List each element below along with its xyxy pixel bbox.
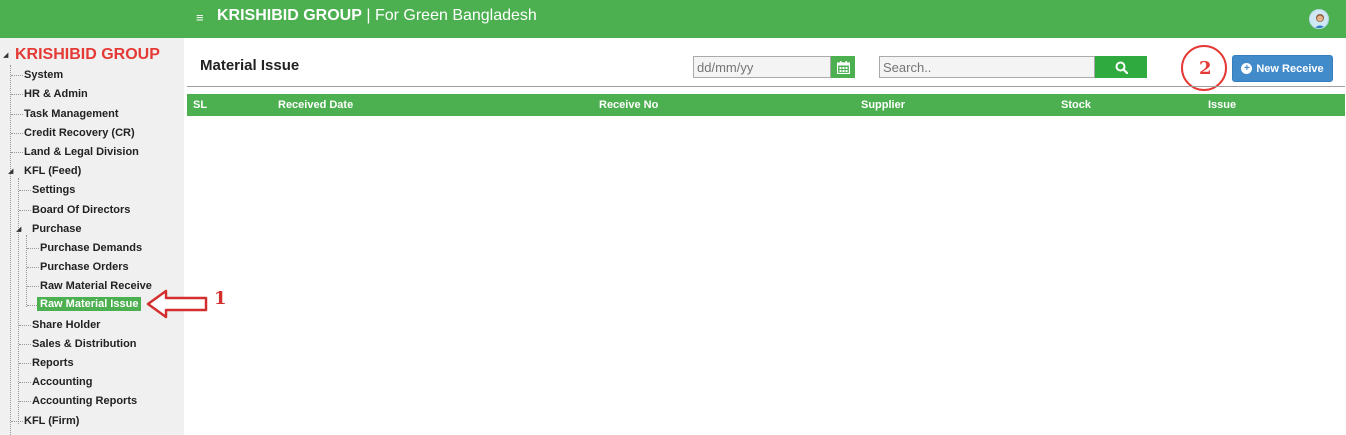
sidebar-item-land-legal[interactable]: Land & Legal Division [24,146,139,158]
tree-line [10,65,11,435]
sidebar-item-board-of-directors[interactable]: Board Of Directors [32,204,130,216]
user-avatar[interactable] [1309,9,1329,29]
date-input[interactable] [693,56,831,78]
user-avatar-icon [1314,14,1326,28]
sidebar-item-credit-recovery[interactable]: Credit Recovery (CR) [24,127,135,139]
new-receive-button[interactable]: + New Receive [1232,55,1333,82]
sidebar-item-kfl-firm[interactable]: KFL (Firm) [24,415,79,427]
calendar-icon [836,60,850,74]
brand-name: KRISHIBID GROUP [217,7,362,24]
column-header-received-date: Received Date [278,99,354,111]
search-button[interactable] [1095,56,1147,78]
sidebar-item-task-management[interactable]: Task Management [24,108,119,120]
column-header-sl: SL [193,99,208,111]
annotation-step-1: 1 [214,288,227,309]
page-title: Material Issue [200,57,300,74]
sidebar-item-raw-material-issue[interactable]: Raw Material Issue [37,297,142,311]
kfl-feed-collapse-icon[interactable]: ◢ [8,167,13,175]
plus-circle-icon: + [1241,63,1253,74]
sidebar-item-accounting[interactable]: Accounting [32,376,93,388]
tree-collapse-icon[interactable]: ◢ [3,51,8,59]
column-header-stock: Stock [1061,99,1091,111]
sidebar-item-kfl-feed[interactable]: KFL (Feed) [24,165,81,177]
calendar-button[interactable] [831,56,855,78]
column-header-supplier: Supplier [861,99,906,111]
tree-line [18,178,19,424]
sidebar-item-purchase[interactable]: Purchase [32,223,82,235]
sidebar-item-accounting-reports[interactable]: Accounting Reports [32,395,137,407]
sidebar-item-purchase-orders[interactable]: Purchase Orders [40,261,129,273]
new-receive-label: New Receive [1256,62,1324,75]
sidebar-item-raw-material-receive[interactable]: Raw Material Receive [40,280,152,292]
search-icon [1115,61,1128,74]
sidebar-tree: ◢ KRISHIBID GROUP ◢ ◢ System HR & Admin … [0,38,184,435]
sidebar-item-system[interactable]: System [24,69,63,81]
column-header-issue: Issue [1208,99,1237,111]
sidebar-title: KRISHIBID GROUP [15,46,160,63]
sidebar-item-settings[interactable]: Settings [32,184,75,196]
app-brand: KRISHIBID GROUP | For Green Bangladesh [217,7,537,25]
hamburger-menu-icon[interactable]: ≡ [196,10,204,25]
annotation-arrow-icon [146,289,208,319]
tree-line [26,235,27,307]
sidebar-item-share-holder[interactable]: Share Holder [32,319,100,331]
search-input[interactable] [879,56,1095,78]
sidebar-item-hr-admin[interactable]: HR & Admin [24,88,88,100]
sidebar-item-sales-distribution[interactable]: Sales & Distribution [32,338,137,350]
purchase-collapse-icon[interactable]: ◢ [16,225,21,233]
top-navbar: ≡ KRISHIBID GROUP | For Green Bangladesh [0,0,1346,38]
annotation-step-2: 2 [1199,58,1212,79]
sidebar-item-purchase-demands[interactable]: Purchase Demands [40,242,142,254]
divider [187,86,1345,87]
table-header: SL Received Date Receive No Supplier Sto… [187,94,1345,116]
column-header-receive-no: Receive No [599,99,659,111]
brand-tagline: | For Green Bangladesh [361,7,537,24]
sidebar-item-reports[interactable]: Reports [32,357,74,369]
